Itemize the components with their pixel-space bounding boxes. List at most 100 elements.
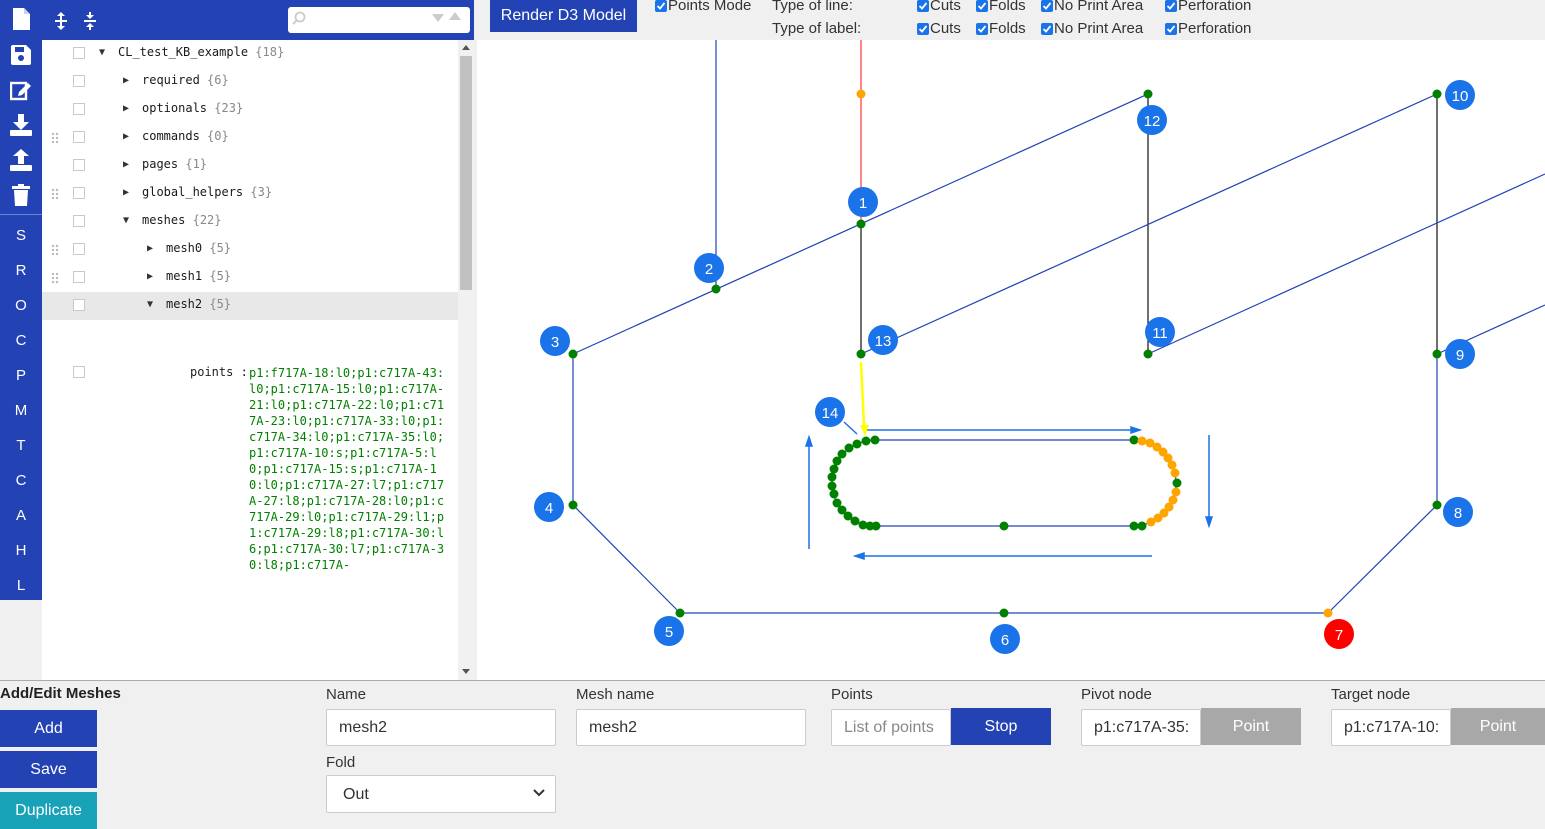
node-1[interactable]: 1: [848, 187, 878, 217]
row-checkbox[interactable]: [73, 299, 85, 311]
node-3[interactable]: 3: [540, 326, 570, 356]
sidebar-letter-m[interactable]: M: [0, 395, 42, 425]
pivot-node-input[interactable]: [1081, 709, 1201, 746]
line-cuts-option[interactable]: Cuts: [917, 0, 961, 14]
tree-row[interactable]: ▶ required {6}: [42, 68, 458, 96]
mesh-name-input[interactable]: [576, 709, 806, 746]
row-checkbox[interactable]: [73, 366, 85, 378]
sidebar-letter-h[interactable]: H: [0, 535, 42, 565]
edge-line[interactable]: [1327, 504, 1438, 614]
tree-row[interactable]: ▶ pages {1}: [42, 152, 458, 180]
node-14[interactable]: 14: [815, 397, 845, 427]
row-checkbox[interactable]: [73, 47, 85, 59]
expand-toggle-icon[interactable]: ▶: [147, 271, 153, 282]
drag-handle-icon[interactable]: [51, 244, 59, 256]
target-node-input[interactable]: [1331, 709, 1451, 746]
sidebar-letter-o[interactable]: O: [0, 290, 42, 320]
sidebar-letter-c[interactable]: C: [0, 325, 42, 355]
tree-row-selected[interactable]: ▼ mesh2 {5}: [42, 292, 458, 320]
edit-icon[interactable]: [0, 75, 42, 105]
edge-line[interactable]: [1147, 173, 1545, 355]
tree-row[interactable]: ▼ CL_test_KB_example {18}: [42, 40, 458, 68]
expand-toggle-icon[interactable]: ▼: [99, 47, 105, 58]
drag-handle-icon[interactable]: [51, 272, 59, 284]
fold-select[interactable]: Out: [326, 775, 556, 813]
row-checkbox[interactable]: [73, 75, 85, 87]
points-mode-checkbox[interactable]: [655, 0, 667, 12]
node-4[interactable]: 4: [534, 492, 564, 522]
node-9[interactable]: 9: [1445, 339, 1475, 369]
stadium-points-left[interactable]: [827, 435, 1182, 531]
expand-toggle-icon[interactable]: ▶: [123, 75, 129, 86]
row-checkbox[interactable]: [73, 159, 85, 171]
line-perforation-option[interactable]: Perforation: [1165, 0, 1251, 14]
node-11[interactable]: 11: [1145, 317, 1175, 347]
scroll-up-icon[interactable]: [462, 45, 470, 50]
expand-toggle-icon[interactable]: ▶: [147, 243, 153, 254]
drag-handle-icon[interactable]: [51, 188, 59, 200]
line-no-print-area-option[interactable]: No Print Area: [1041, 0, 1143, 14]
expand-all-icon[interactable]: [49, 9, 73, 33]
stadium-cutout[interactable]: [831, 439, 1177, 527]
edge-line[interactable]: [572, 504, 681, 614]
sidebar-letter-s[interactable]: S: [0, 220, 42, 250]
editor-scrollbar[interactable]: [458, 40, 474, 680]
save-icon[interactable]: [0, 40, 42, 70]
label-folds-option[interactable]: Folds: [976, 20, 1026, 37]
expand-toggle-icon[interactable]: ▼: [147, 299, 153, 310]
line-cuts-checkbox[interactable]: [917, 0, 929, 12]
name-input[interactable]: [326, 709, 556, 746]
node-13[interactable]: 13: [868, 325, 898, 355]
expand-toggle-icon[interactable]: ▶: [123, 159, 129, 170]
sidebar-letter-a[interactable]: A: [0, 500, 42, 530]
collapse-all-icon[interactable]: [78, 9, 102, 33]
scroll-down-icon[interactable]: [462, 669, 470, 674]
save-button[interactable]: Save: [0, 751, 97, 788]
sidebar-letter-t[interactable]: T: [0, 430, 42, 460]
label-cuts-option[interactable]: Cuts: [917, 20, 961, 37]
new-file-icon[interactable]: [0, 4, 42, 34]
dieline-drawing[interactable]: 1 2 3 4 5 6 7 8 9 10 11 12 13 14: [477, 40, 1545, 680]
expand-toggle-icon[interactable]: ▶: [123, 187, 129, 198]
search-previous-icon[interactable]: [449, 12, 461, 20]
node-12[interactable]: 12: [1137, 105, 1167, 135]
upload-icon[interactable]: [0, 145, 42, 175]
line-folds-option[interactable]: Folds: [976, 0, 1026, 14]
label-folds-checkbox[interactable]: [976, 22, 988, 35]
label-perforation-option[interactable]: Perforation: [1165, 20, 1251, 37]
model-canvas[interactable]: 1 2 3 4 5 6 7 8 9 10 11 12 13 14: [477, 40, 1545, 680]
sidebar-letter-r[interactable]: R: [0, 255, 42, 285]
node-7[interactable]: 7: [1324, 619, 1354, 649]
sidebar-letter-p[interactable]: P: [0, 360, 42, 390]
points-mode-option[interactable]: Points Mode: [655, 0, 751, 14]
label-no-print-area-checkbox[interactable]: [1041, 22, 1053, 35]
row-checkbox[interactable]: [73, 103, 85, 115]
points-input[interactable]: [831, 709, 951, 746]
drag-handle-icon[interactable]: [51, 132, 59, 144]
label-no-print-area-option[interactable]: No Print Area: [1041, 20, 1143, 37]
label-cuts-checkbox[interactable]: [917, 22, 929, 35]
line-folds-checkbox[interactable]: [976, 0, 988, 12]
target-point-button[interactable]: Point: [1451, 708, 1545, 745]
node-2[interactable]: 2: [694, 253, 724, 283]
stop-button[interactable]: Stop: [951, 708, 1051, 745]
search-input[interactable]: [310, 10, 428, 30]
render-d3-model-button[interactable]: Render D3 Model: [490, 0, 637, 32]
row-checkbox[interactable]: [73, 271, 85, 283]
tree-row[interactable]: ▶ commands {0}: [42, 124, 458, 152]
tree-row[interactable]: ▶ global_helpers {3}: [42, 180, 458, 208]
expand-toggle-icon[interactable]: ▼: [123, 215, 129, 226]
pivot-point-button[interactable]: Point: [1201, 708, 1301, 745]
trash-icon[interactable]: [0, 180, 42, 210]
row-checkbox[interactable]: [73, 187, 85, 199]
node-8[interactable]: 8: [1443, 497, 1473, 527]
node-6[interactable]: 6: [990, 624, 1020, 654]
download-icon[interactable]: [0, 110, 42, 140]
line-perforation-checkbox[interactable]: [1165, 0, 1177, 12]
vertex-points[interactable]: [568, 89, 1442, 618]
node-10[interactable]: 10: [1445, 80, 1475, 110]
row-checkbox[interactable]: [73, 243, 85, 255]
tree-row[interactable]: ▶ mesh1 {5}: [42, 264, 458, 292]
points-value[interactable]: p1:f717A-18:l0;p1:c717A-43:l0;p1:c717A-1…: [249, 365, 449, 573]
node-5[interactable]: 5: [654, 616, 684, 646]
